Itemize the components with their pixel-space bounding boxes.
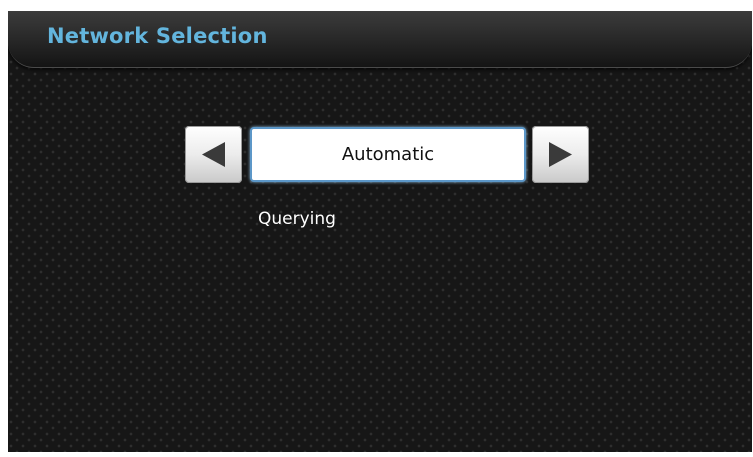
triangle-right-icon [549,142,572,167]
previous-option-button[interactable] [185,126,242,183]
page-title: Network Selection [47,24,268,48]
network-mode-selector[interactable]: Automatic [250,127,526,182]
status-text: Querying [258,209,336,229]
network-selection-screen: Network Selection Automatic Querying [8,11,752,452]
title-bar: Network Selection [8,11,752,68]
next-option-button[interactable] [532,126,589,183]
triangle-left-icon [202,142,225,167]
